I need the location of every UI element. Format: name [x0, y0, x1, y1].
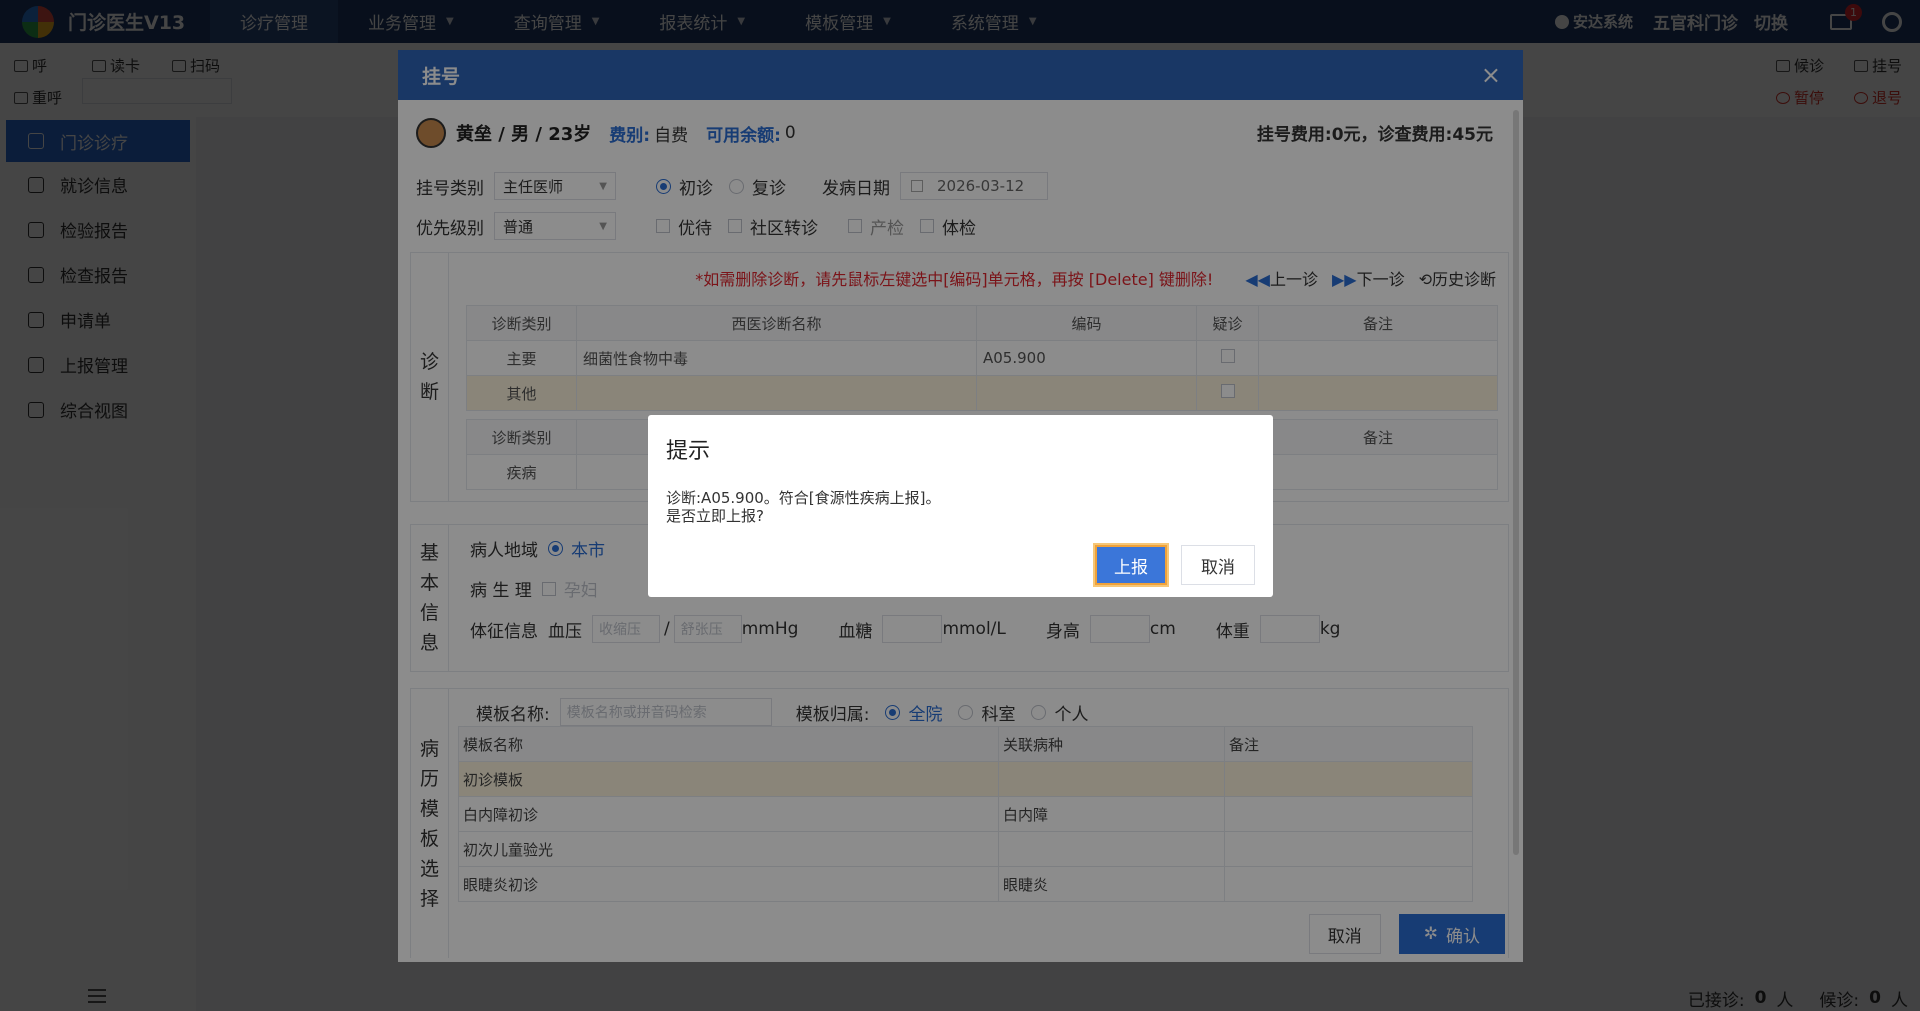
report-button[interactable]: 上报 — [1095, 545, 1167, 585]
dialog-buttons: 上报 取消 — [1095, 545, 1255, 585]
dialog-message-line: 是否立即上报? — [666, 507, 764, 525]
dialog-title: 提示 — [666, 439, 711, 464]
report-confirm-dialog: 提示 诊断:A05.900。符合[食源性疾病上报]。 是否立即上报? 上报 取消 — [648, 415, 1273, 597]
dialog-message: 诊断:A05.900。符合[食源性疾病上报]。 是否立即上报? — [666, 489, 941, 525]
dialog-cancel-button[interactable]: 取消 — [1181, 545, 1255, 585]
dialog-message-line: 诊断:A05.900。符合[食源性疾病上报]。 — [666, 489, 941, 507]
